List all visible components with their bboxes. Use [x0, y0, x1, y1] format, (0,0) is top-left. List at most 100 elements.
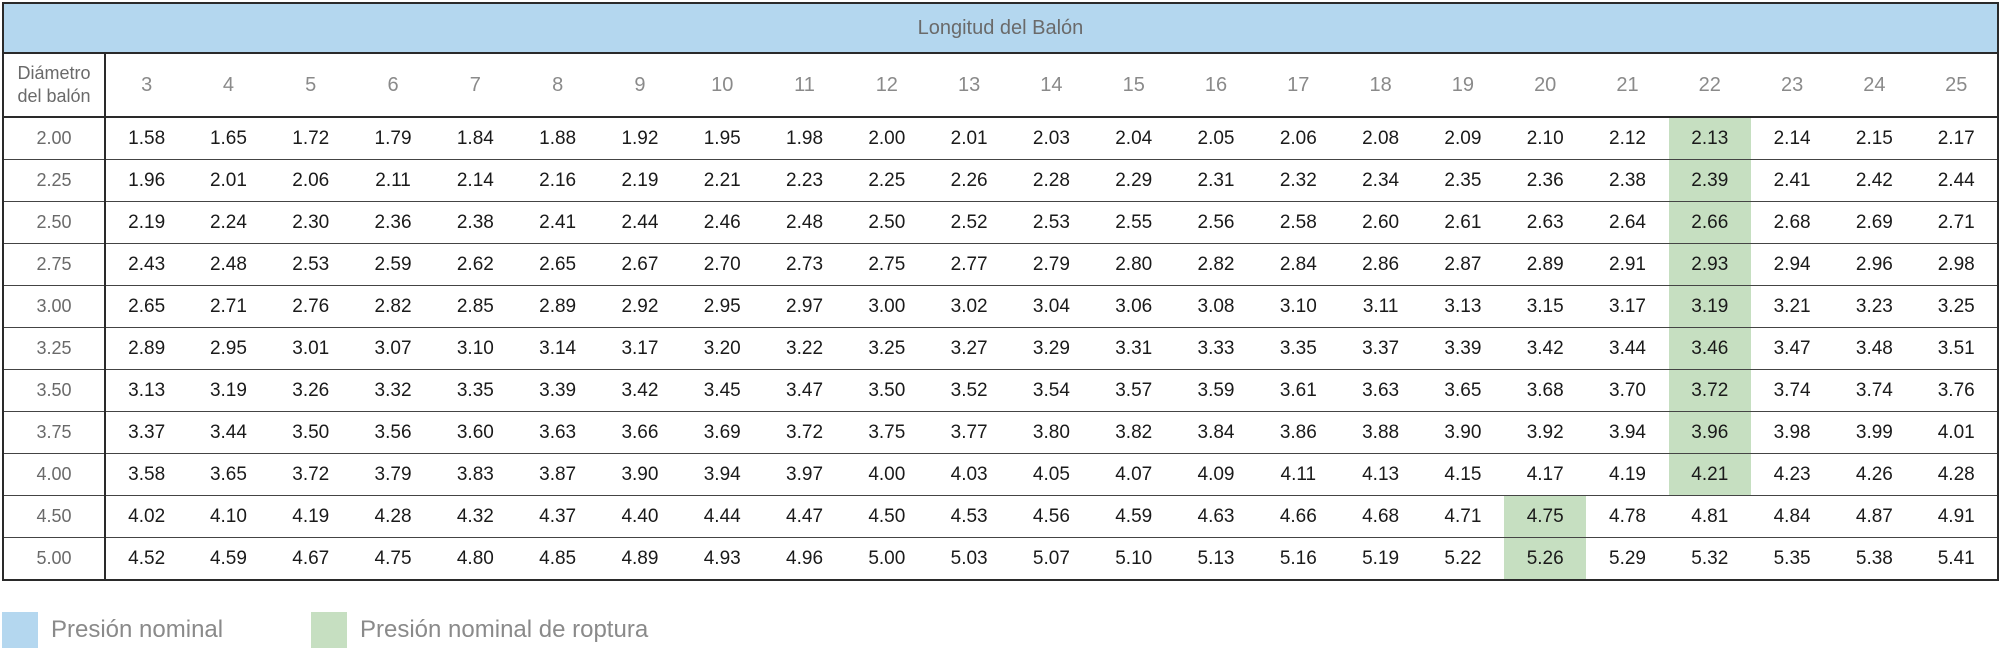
table-cell: 3.31 — [1092, 327, 1175, 370]
table-cell: 3.80 — [1010, 411, 1093, 454]
table-cell: 3.17 — [1586, 285, 1669, 328]
legend-label-rupture: Presión nominal de roptura — [360, 616, 649, 643]
table-cell: 3.39 — [516, 369, 599, 412]
table-cell: 3.39 — [1421, 327, 1505, 370]
table-cell: 2.41 — [1750, 159, 1834, 202]
corner-header-line1: Diámetro — [17, 63, 91, 83]
column-header-24: 24 — [1833, 53, 1916, 118]
table-title-row: Longitud del Balón — [2, 2, 1999, 54]
table-cell: 4.75 — [351, 537, 435, 581]
table-cell-rupture: 2.93 — [1668, 243, 1751, 286]
table-cell: 3.99 — [1833, 411, 1916, 454]
table-cell: 2.82 — [351, 285, 435, 328]
table-cell: 3.19 — [187, 369, 270, 412]
table-cell: 2.25 — [845, 159, 928, 202]
table-row: 2.25 1.96 2.01 2.06 2.11 2.14 2.16 2.19 2.21 2.23… — [2, 159, 1999, 202]
table-cell: 4.26 — [1833, 453, 1916, 496]
table-cell: 3.51 — [1915, 327, 1999, 370]
table-cell: 2.03 — [1010, 117, 1093, 160]
table-cell: 4.84 — [1750, 495, 1834, 538]
table-cell: 2.84 — [1257, 243, 1340, 286]
table-cell: 1.96 — [105, 159, 188, 202]
column-header-16: 16 — [1174, 53, 1258, 118]
table-cell: 2.44 — [598, 201, 682, 244]
table-cell: 4.09 — [1174, 453, 1258, 496]
table-cell: 2.19 — [105, 201, 188, 244]
table-cell: 4.02 — [105, 495, 188, 538]
table-cell: 2.60 — [1339, 201, 1422, 244]
table-cell: 1.95 — [681, 117, 764, 160]
table-cell: 3.50 — [269, 411, 352, 454]
table-cell: 3.94 — [1586, 411, 1669, 454]
table-cell: 1.58 — [105, 117, 188, 160]
table-cell: 1.88 — [516, 117, 599, 160]
table-cell: 3.42 — [1504, 327, 1587, 370]
table-cell: 5.29 — [1586, 537, 1669, 581]
table-row: 4.00 3.58 3.65 3.72 3.79 3.83 3.87 3.90 3.94 3.97… — [2, 453, 1999, 496]
table-cell: 2.30 — [269, 201, 352, 244]
table-cell: 2.62 — [434, 243, 517, 286]
table-cell: 4.11 — [1257, 453, 1340, 496]
legend-item-nominal: Presión nominal — [2, 610, 223, 650]
table-cell: 3.20 — [681, 327, 764, 370]
row-header-diameter: 4.00 — [2, 453, 106, 496]
table-cell: 3.17 — [598, 327, 682, 370]
table-title: Longitud del Balón — [2, 2, 1999, 54]
table-cell: 3.70 — [1586, 369, 1669, 412]
table-cell: 4.52 — [105, 537, 188, 581]
table-cell: 3.74 — [1750, 369, 1834, 412]
table-cell: 4.50 — [845, 495, 928, 538]
table-cell: 2.29 — [1092, 159, 1175, 202]
table-cell: 2.73 — [763, 243, 846, 286]
table-cell: 4.89 — [598, 537, 682, 581]
table-cell: 2.41 — [516, 201, 599, 244]
table-cell: 2.23 — [763, 159, 846, 202]
column-header-10: 10 — [681, 53, 764, 118]
table-cell: 4.44 — [681, 495, 764, 538]
column-header-4: 4 — [187, 53, 270, 118]
table-cell: 2.70 — [681, 243, 764, 286]
table-cell: 4.56 — [1010, 495, 1093, 538]
table-cell: 3.14 — [516, 327, 599, 370]
table-cell: 2.75 — [845, 243, 928, 286]
table-cell: 4.19 — [1586, 453, 1669, 496]
table-cell: 3.86 — [1257, 411, 1340, 454]
table-cell: 3.90 — [1421, 411, 1505, 454]
table-cell: 2.53 — [269, 243, 352, 286]
table-cell: 2.44 — [1915, 159, 1999, 202]
table-cell: 2.01 — [187, 159, 270, 202]
table-cell: 2.71 — [1915, 201, 1999, 244]
table-row: 2.75 2.43 2.48 2.53 2.59 2.62 2.65 2.67 2.70 2.73… — [2, 243, 1999, 286]
table-cell: 2.77 — [927, 243, 1011, 286]
row-header-diameter: 4.50 — [2, 495, 106, 538]
column-header-5: 5 — [269, 53, 352, 118]
table-cell: 3.54 — [1010, 369, 1093, 412]
table-cell: 2.16 — [516, 159, 599, 202]
table-cell: 2.01 — [927, 117, 1011, 160]
table-cell: 1.92 — [598, 117, 682, 160]
column-header-20: 20 — [1504, 53, 1587, 118]
table-cell: 2.61 — [1421, 201, 1505, 244]
table-row: 3.75 3.37 3.44 3.50 3.56 3.60 3.63 3.66 3.69 3.72… — [2, 411, 1999, 454]
table-cell: 2.64 — [1586, 201, 1669, 244]
table-cell: 5.16 — [1257, 537, 1340, 581]
table-cell: 2.96 — [1833, 243, 1916, 286]
column-header-9: 9 — [598, 53, 682, 118]
table-cell: 2.52 — [927, 201, 1011, 244]
row-header-diameter: 2.25 — [2, 159, 106, 202]
row-header-diameter: 2.00 — [2, 117, 106, 160]
table-cell: 4.19 — [269, 495, 352, 538]
table-cell: 2.69 — [1833, 201, 1916, 244]
table-cell: 4.87 — [1833, 495, 1916, 538]
table-cell: 3.61 — [1257, 369, 1340, 412]
table-cell: 2.14 — [1750, 117, 1834, 160]
table-cell: 3.10 — [434, 327, 517, 370]
table-cell-rupture: 2.39 — [1668, 159, 1751, 202]
table-cell: 3.29 — [1010, 327, 1093, 370]
table-cell: 3.00 — [845, 285, 928, 328]
table-cell: 4.28 — [351, 495, 435, 538]
table-cell: 3.63 — [516, 411, 599, 454]
table-cell: 2.89 — [1504, 243, 1587, 286]
table-cell: 3.44 — [1586, 327, 1669, 370]
legend-swatch-nominal — [2, 612, 38, 648]
